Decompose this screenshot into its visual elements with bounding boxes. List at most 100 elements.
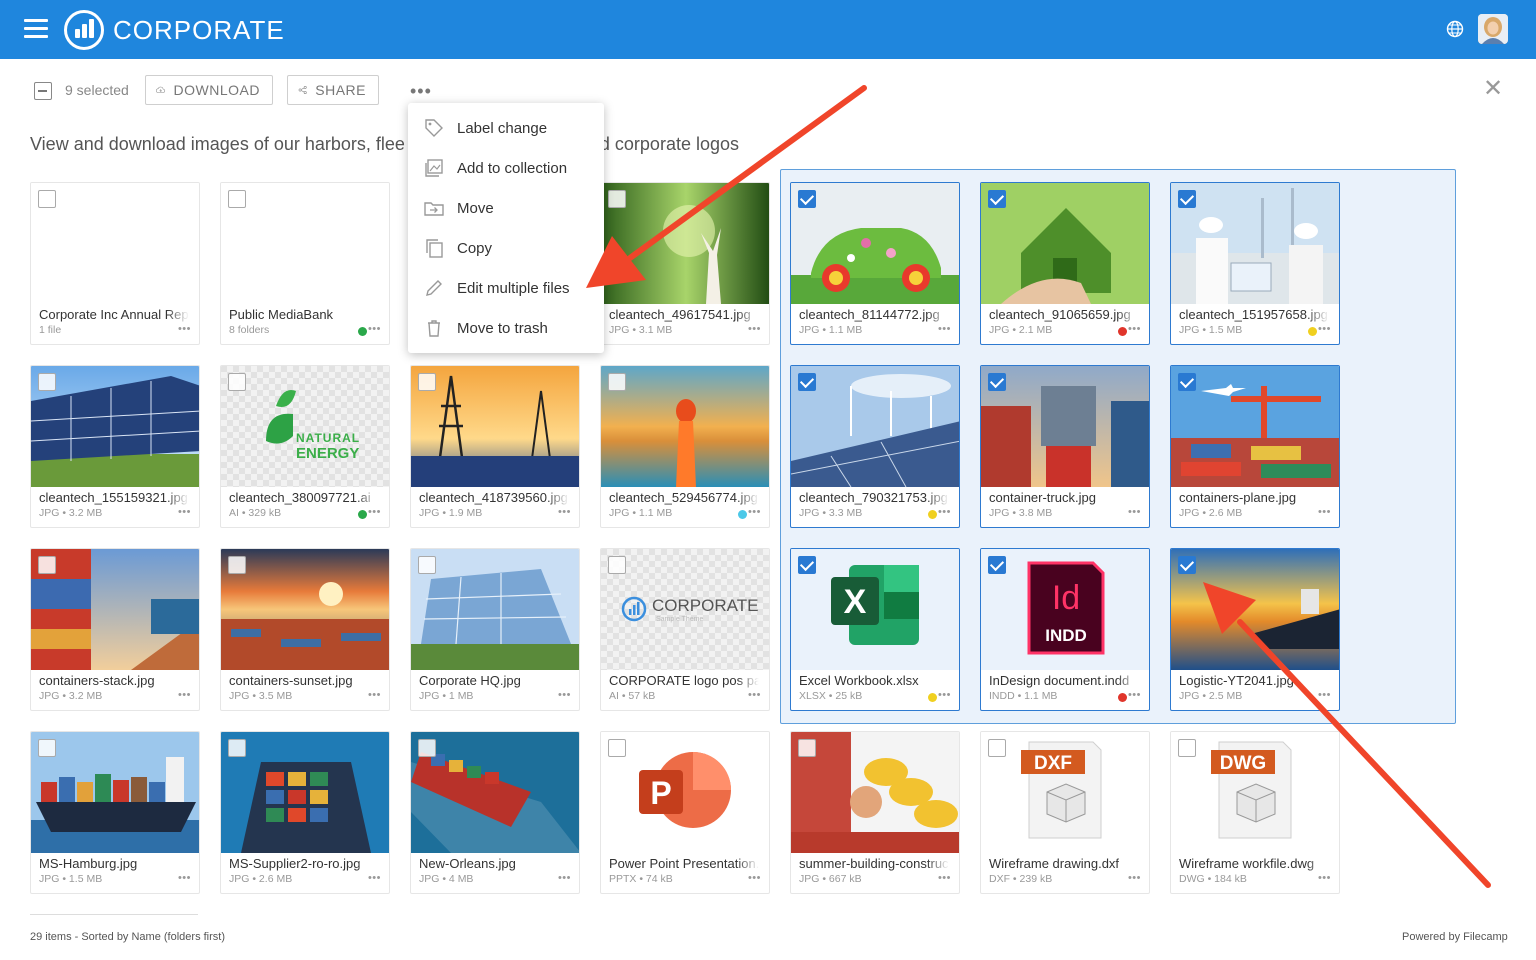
file-thumbnail[interactable]: DXF xyxy=(981,732,1149,853)
file-name[interactable]: Public MediaBank xyxy=(229,307,379,322)
file-name[interactable]: Wireframe workfile.dwg xyxy=(1179,856,1329,871)
file-checkbox[interactable] xyxy=(988,190,1006,208)
file-options-button[interactable]: ••• xyxy=(178,689,191,701)
file-checkbox[interactable] xyxy=(38,373,56,391)
file-options-button[interactable]: ••• xyxy=(558,872,571,884)
file-options-button[interactable]: ••• xyxy=(938,506,951,518)
file-options-button[interactable]: ••• xyxy=(1318,506,1331,518)
file-checkbox[interactable] xyxy=(988,556,1006,574)
file-checkbox[interactable] xyxy=(38,556,56,574)
file-options-button[interactable]: ••• xyxy=(938,323,951,335)
file-thumbnail[interactable] xyxy=(601,366,769,487)
file-thumbnail[interactable] xyxy=(221,183,389,304)
menu-item-move-to-trash[interactable]: Move to trash xyxy=(408,308,604,348)
file-thumbnail[interactable] xyxy=(221,732,389,853)
file-tile[interactable]: cleantech_790321753.jpg JPG • 3.3 MB ••• xyxy=(790,365,960,528)
file-checkbox[interactable] xyxy=(988,739,1006,757)
file-thumbnail[interactable] xyxy=(31,183,199,304)
file-name[interactable]: containers-sunset.jpg xyxy=(229,673,379,688)
more-actions-button[interactable]: ••• xyxy=(410,81,432,102)
file-name[interactable]: New-Orleans.jpg xyxy=(419,856,569,871)
menu-icon[interactable] xyxy=(24,19,48,39)
file-tile[interactable]: containers-plane.jpg JPG • 2.6 MB ••• xyxy=(1170,365,1340,528)
file-tile[interactable]: summer-building-construction.jpg JPG • 66… xyxy=(790,731,960,894)
file-name[interactable]: Corporate Inc Annual Report xyxy=(39,307,189,322)
file-name[interactable]: Corporate HQ.jpg xyxy=(419,673,569,688)
file-tile[interactable]: Corporate HQ.jpg JPG • 1 MB ••• xyxy=(410,548,580,711)
user-avatar[interactable] xyxy=(1478,14,1508,44)
file-tile[interactable]: MS-Hamburg.jpg JPG • 1.5 MB ••• xyxy=(30,731,200,894)
file-checkbox[interactable] xyxy=(1178,190,1196,208)
file-tile[interactable]: New-Orleans.jpg JPG • 4 MB ••• xyxy=(410,731,580,894)
file-options-button[interactable]: ••• xyxy=(368,323,381,335)
file-tile[interactable]: MS-Supplier2-ro-ro.jpg JPG • 2.6 MB ••• xyxy=(220,731,390,894)
file-tile[interactable]: container-truck.jpg JPG • 3.8 MB ••• xyxy=(980,365,1150,528)
file-thumbnail[interactable] xyxy=(601,183,769,304)
menu-item-edit-multiple-files[interactable]: Edit multiple files xyxy=(408,268,604,308)
file-options-button[interactable]: ••• xyxy=(748,689,761,701)
file-thumbnail[interactable] xyxy=(1171,549,1339,670)
file-options-button[interactable]: ••• xyxy=(558,689,571,701)
file-tile[interactable]: Logistic-YT2041.jpg JPG • 2.5 MB ••• xyxy=(1170,548,1340,711)
deselect-all-checkbox[interactable] xyxy=(34,82,52,100)
file-name[interactable]: InDesign document.indd xyxy=(989,673,1139,688)
file-checkbox[interactable] xyxy=(1178,373,1196,391)
file-thumbnail[interactable] xyxy=(791,732,959,853)
file-thumbnail[interactable]: X xyxy=(791,549,959,670)
file-options-button[interactable]: ••• xyxy=(938,689,951,701)
file-thumbnail[interactable] xyxy=(221,549,389,670)
powered-by-link[interactable]: Powered by Filecamp xyxy=(1402,931,1508,943)
file-thumbnail[interactable] xyxy=(411,366,579,487)
file-checkbox[interactable] xyxy=(228,373,246,391)
file-tile[interactable]: cleantech_155159321.jpg JPG • 3.2 MB ••• xyxy=(30,365,200,528)
file-tile[interactable]: cleantech_81144772.jpg JPG • 1.1 MB ••• xyxy=(790,182,960,345)
file-tile[interactable]: cleantech_418739560.jpg JPG • 1.9 MB ••• xyxy=(410,365,580,528)
file-checkbox[interactable] xyxy=(228,556,246,574)
file-thumbnail[interactable] xyxy=(411,549,579,670)
file-thumbnail[interactable] xyxy=(981,183,1149,304)
file-name[interactable]: Logistic-YT2041.jpg xyxy=(1179,673,1329,688)
file-tile[interactable]: P Power Point Presentation.pptx PPTX • 74 … xyxy=(600,731,770,894)
file-name[interactable]: cleantech_790321753.jpg xyxy=(799,490,949,505)
file-options-button[interactable]: ••• xyxy=(938,872,951,884)
file-thumbnail[interactable]: Id INDD xyxy=(981,549,1149,670)
file-checkbox[interactable] xyxy=(608,739,626,757)
file-options-button[interactable]: ••• xyxy=(558,506,571,518)
file-checkbox[interactable] xyxy=(608,373,626,391)
file-name[interactable]: summer-building-construction.jpg xyxy=(799,856,949,871)
download-button[interactable]: DOWNLOAD xyxy=(145,75,273,105)
file-name[interactable]: cleantech_529456774.jpg xyxy=(609,490,759,505)
file-checkbox[interactable] xyxy=(418,739,436,757)
file-checkbox[interactable] xyxy=(228,190,246,208)
brand-logo[interactable]: CORPORATE xyxy=(64,10,285,50)
menu-item-label-change[interactable]: Label change xyxy=(408,108,604,148)
file-name[interactable]: containers-stack.jpg xyxy=(39,673,189,688)
file-options-button[interactable]: ••• xyxy=(178,506,191,518)
file-options-button[interactable]: ••• xyxy=(368,689,381,701)
file-name[interactable]: MS-Supplier2-ro-ro.jpg xyxy=(229,856,379,871)
file-checkbox[interactable] xyxy=(228,739,246,757)
file-checkbox[interactable] xyxy=(38,190,56,208)
file-options-button[interactable]: ••• xyxy=(368,506,381,518)
file-options-button[interactable]: ••• xyxy=(1318,323,1331,335)
file-tile[interactable]: Public MediaBank 8 folders ••• xyxy=(220,182,390,345)
file-name[interactable]: cleantech_151957658.jpg xyxy=(1179,307,1329,322)
file-options-button[interactable]: ••• xyxy=(748,506,761,518)
menu-item-add-to-collection[interactable]: Add to collection xyxy=(408,148,604,188)
file-thumbnail[interactable] xyxy=(411,732,579,853)
file-options-button[interactable]: ••• xyxy=(1318,872,1331,884)
file-name[interactable]: Power Point Presentation.pptx xyxy=(609,856,759,871)
menu-item-move[interactable]: Move xyxy=(408,188,604,228)
file-name[interactable]: MS-Hamburg.jpg xyxy=(39,856,189,871)
file-name[interactable]: containers-plane.jpg xyxy=(1179,490,1329,505)
file-options-button[interactable]: ••• xyxy=(368,872,381,884)
file-tile[interactable]: DWG Wireframe workfile.dwg DWG • 184 kB ••• xyxy=(1170,731,1340,894)
file-name[interactable]: cleantech_155159321.jpg xyxy=(39,490,189,505)
file-tile[interactable]: containers-stack.jpg JPG • 3.2 MB ••• xyxy=(30,548,200,711)
file-thumbnail[interactable] xyxy=(1171,366,1339,487)
file-checkbox[interactable] xyxy=(418,556,436,574)
file-name[interactable]: CORPORATE logo pos payoff.ai xyxy=(609,673,759,688)
file-thumbnail[interactable]: NATURAL ENERGY xyxy=(221,366,389,487)
file-thumbnail[interactable] xyxy=(791,366,959,487)
file-options-button[interactable]: ••• xyxy=(1128,689,1141,701)
